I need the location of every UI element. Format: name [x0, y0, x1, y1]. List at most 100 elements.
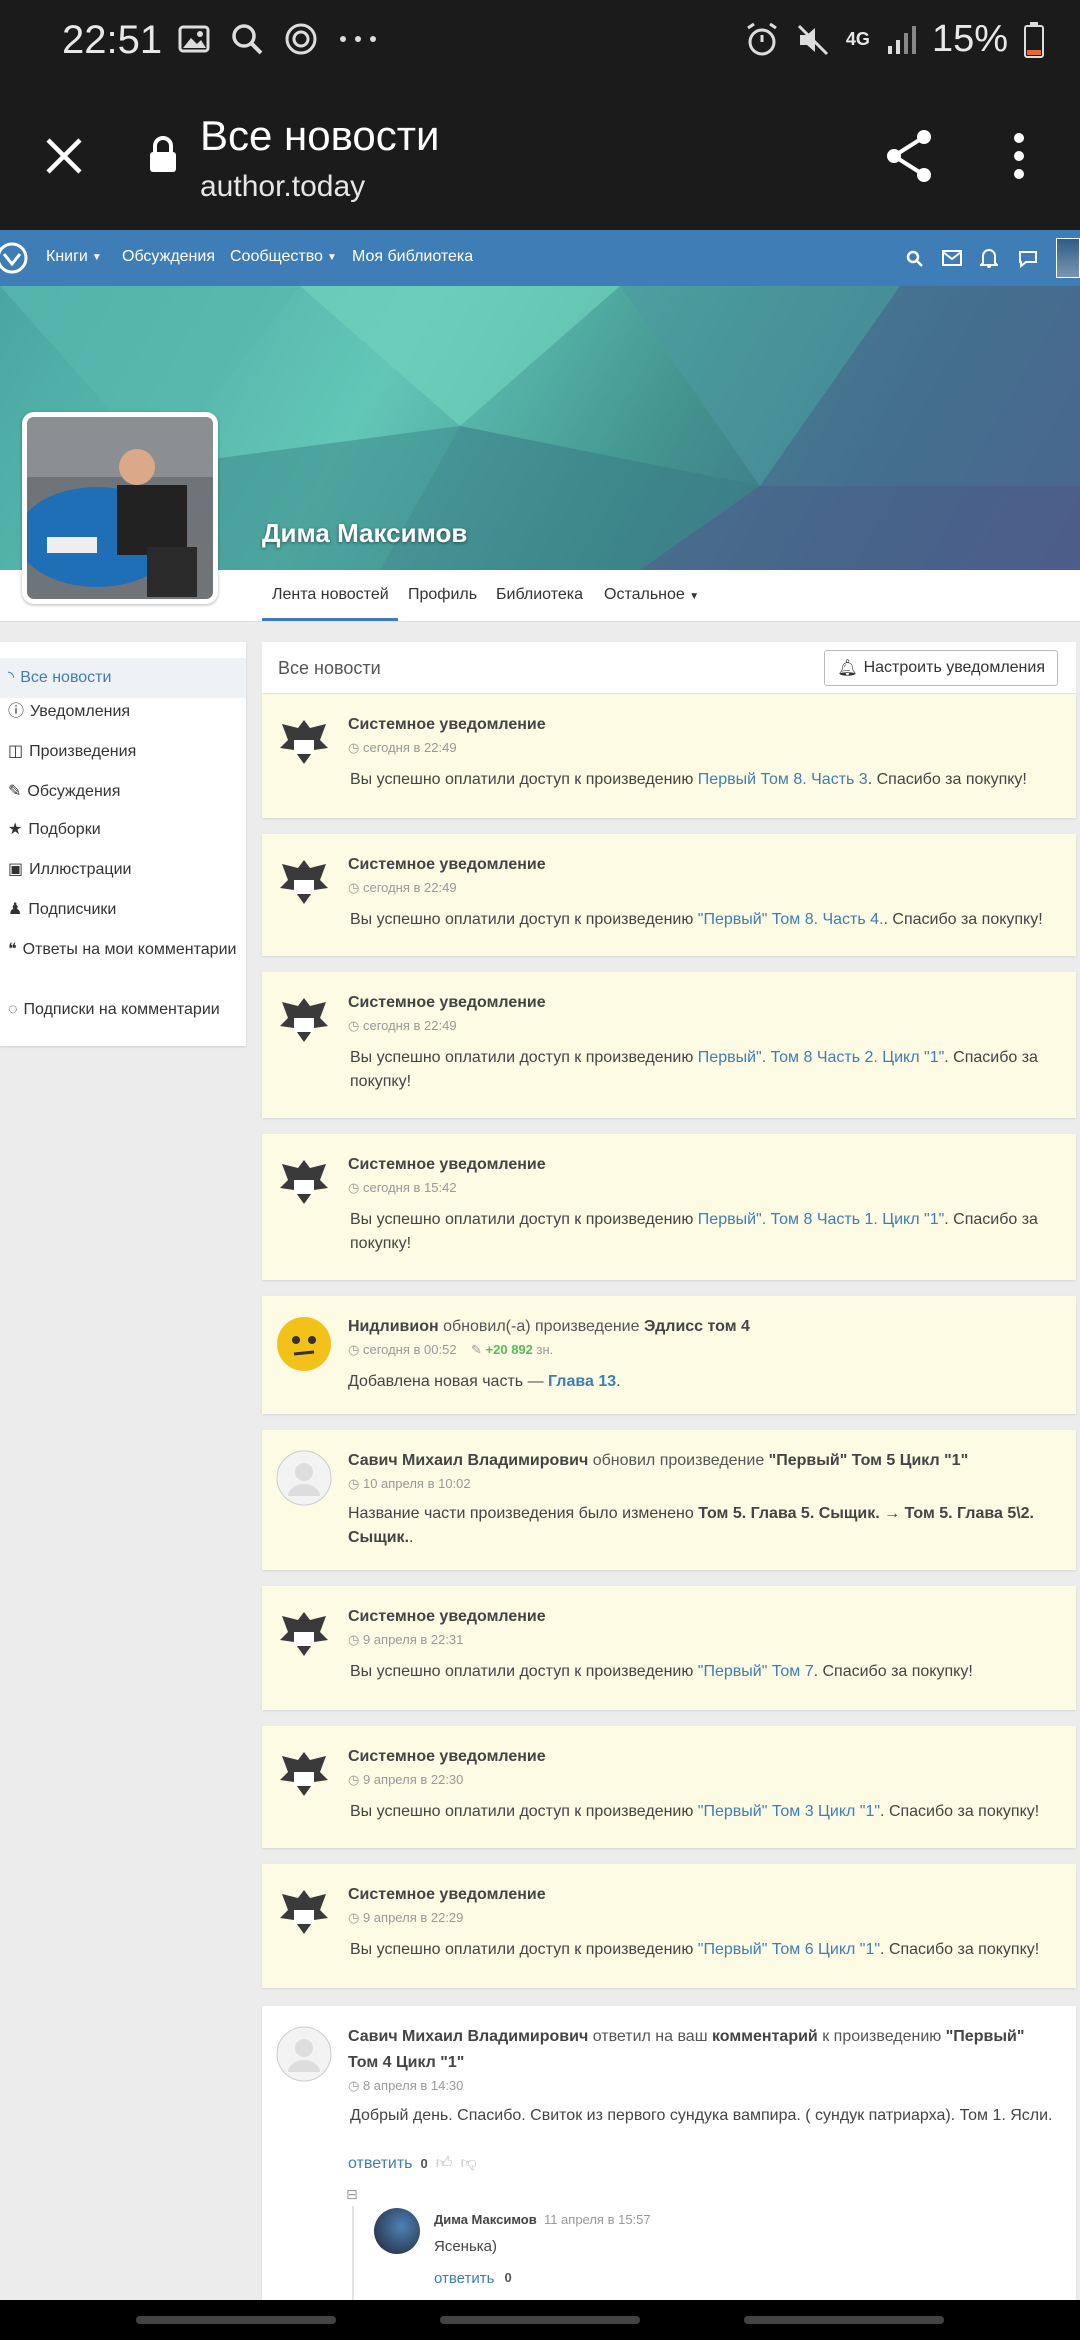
sidebar-item-all-news[interactable]: ◝ Все новости — [0, 658, 246, 698]
author-name[interactable]: Нидливион — [348, 1318, 439, 1335]
image-icon: ▣ — [8, 861, 24, 878]
action-text: ответил на ваш — [588, 2028, 712, 2045]
menu-dots-icon[interactable] — [1012, 132, 1026, 180]
tab-library[interactable]: Библиотека — [496, 586, 583, 604]
nav-community[interactable]: Сообщество ▼ — [230, 248, 337, 266]
work-link[interactable]: "Первый" Том 3 Цикл "1" — [698, 1803, 880, 1820]
close-icon[interactable] — [44, 136, 84, 176]
page-url[interactable]: author.today — [200, 170, 365, 204]
work-link[interactable]: Первый Том 8. Часть 3 — [698, 771, 868, 788]
status-bar: 22:51 4G 15% — [0, 0, 1080, 84]
comment-actions: ответить 0 👍︎ 👎︎ — [348, 2154, 477, 2173]
sidebar-item-works[interactable]: ◫ Произведения — [0, 740, 246, 764]
nav-books-label: Книги — [46, 248, 88, 265]
time-text: сегодня в 15:42 — [362, 1180, 457, 1195]
work-link[interactable]: "Первый" Том 7 — [698, 1663, 814, 1680]
nav-back[interactable] — [744, 2316, 944, 2324]
sidebar-item-replies[interactable]: ❝ Ответы на мои комментарии — [0, 938, 246, 962]
author-name[interactable]: Системное уведомление — [348, 994, 546, 1011]
default-avatar[interactable] — [276, 1450, 332, 1506]
author-name[interactable]: Системное уведомление — [348, 856, 546, 873]
work-link[interactable]: "Первый" Том 8. Часть 4. — [698, 911, 884, 928]
item-time: ◷ сегодня в 00:52 ✎ +20 892 зн. — [348, 1342, 553, 1358]
item-time: ◷ 9 апреля в 22:29 — [348, 1910, 463, 1926]
sidebar-item-subscribers[interactable]: ♟ Подписчики — [0, 898, 246, 922]
search-icon[interactable] — [906, 250, 924, 268]
work-link[interactable]: Первый". Том 8 Часть 1. Цикл "1" — [698, 1211, 944, 1228]
subcomment-text: Ясенька) — [434, 2238, 498, 2255]
work-title[interactable]: "Первый" Том 5 Цикл "1" — [769, 1452, 968, 1469]
comment-link[interactable]: комментарий — [712, 2028, 818, 2045]
nav-community-label: Сообщество — [230, 248, 323, 265]
tab-news-feed[interactable]: Лента новостей — [272, 586, 389, 604]
sidebar-item-notifications[interactable]: ⓘ Уведомления — [0, 700, 246, 724]
author-name[interactable]: Савич Михаил Владимирович — [348, 2028, 588, 2045]
feed-item: Системное уведомление ◷ сегодня в 22:49 … — [262, 694, 1076, 818]
feed-item: Нидливион обновил(-а) произведение Эдлис… — [262, 1296, 1076, 1414]
item-header: Системное уведомление — [348, 1152, 1056, 1178]
tab-other[interactable]: Остальное ▼ — [604, 586, 699, 604]
action-text-2: к произведению — [817, 2028, 946, 2045]
site-logo-icon[interactable] — [0, 240, 30, 276]
item-time: ◷ 8 апреля в 14:30 — [348, 2078, 463, 2094]
item-body: Вы успешно оплатили доступ к произведени… — [350, 768, 1056, 792]
subcomment-avatar[interactable] — [374, 2208, 420, 2254]
sidebar-item-collections[interactable]: ★ Подборки — [0, 818, 246, 842]
profile-avatar[interactable] — [22, 412, 218, 604]
body-text: Вы успешно оплатили доступ к произведени… — [350, 1663, 698, 1680]
collapse-thread-icon[interactable]: ⊟ — [346, 2186, 358, 2203]
active-tab-indicator — [262, 618, 398, 621]
nav-discussions[interactable]: Обсуждения — [122, 248, 215, 266]
item-time: ◷ 9 апреля в 22:31 — [348, 1632, 463, 1648]
item-time: ◷ сегодня в 15:42 — [348, 1180, 457, 1196]
mail-icon[interactable] — [942, 250, 962, 266]
default-avatar[interactable] — [276, 2026, 332, 2082]
nav-home[interactable] — [440, 2316, 640, 2324]
time-text: сегодня в 22:49 — [362, 1018, 457, 1033]
author-name[interactable]: Системное уведомление — [348, 1156, 546, 1173]
chat-icon[interactable] — [1018, 250, 1038, 268]
bell-icon[interactable] — [980, 248, 998, 268]
share-icon[interactable] — [884, 128, 934, 184]
page-title: Все новости — [200, 112, 440, 159]
subcomment-author[interactable]: Дима Максимов — [434, 2212, 537, 2227]
emoji-avatar[interactable] — [276, 1316, 332, 1372]
feed-item: Системное уведомление ◷ сегодня в 22:49 … — [262, 972, 1076, 1118]
feed-item: Системное уведомление ◷ сегодня в 22:49 … — [262, 834, 1076, 956]
time-text: 9 апреля в 22:29 — [362, 1910, 464, 1925]
thumbs-up-icon[interactable]: 👍︎ — [436, 2154, 453, 2173]
reply-link[interactable]: ответить — [348, 2155, 413, 2173]
work-title[interactable]: Эдлисс том 4 — [644, 1318, 750, 1335]
author-name[interactable]: Системное уведомление — [348, 1748, 546, 1765]
author-name[interactable]: Системное уведомление — [348, 1886, 546, 1903]
work-link[interactable]: Первый". Том 8 Часть 2. Цикл "1" — [698, 1049, 944, 1066]
thumbs-down-icon[interactable]: 👎︎ — [460, 2154, 476, 2173]
feed-item: Системное уведомление ◷ 9 апреля в 22:29… — [262, 1864, 1076, 1988]
nav-books[interactable]: Книги ▼ — [46, 248, 102, 266]
browser-toolbar: Все новости author.today — [0, 84, 1080, 230]
action-text: обновил произведение — [588, 1452, 769, 1469]
avatar-photo — [27, 417, 213, 599]
sidebar-item-discussions[interactable]: ✎ Обсуждения — [0, 780, 246, 804]
sidebar-item-illustrations[interactable]: ▣ Иллюстрации — [0, 858, 246, 882]
author-name[interactable]: Савич Михаил Владимирович — [348, 1452, 588, 1469]
sidebar-item-comment-subscriptions[interactable]: ◌ Подписки на комментарии — [0, 998, 246, 1022]
author-name[interactable]: Системное уведомление — [348, 1608, 546, 1625]
comment-text: Добрый день. Спасибо. Свиток из первого … — [350, 2107, 1053, 2124]
user-avatar[interactable] — [1056, 238, 1080, 278]
caret-down-icon: ▼ — [326, 251, 337, 263]
notification-settings-button[interactable]: 🔔︎ Настроить уведомления — [824, 650, 1058, 686]
author-name[interactable]: Системное уведомление — [348, 716, 546, 733]
clock-icon: ◷ — [348, 1342, 360, 1357]
sidebar-item-label: Подборки — [28, 821, 101, 838]
item-body: Название части произведения было изменен… — [348, 1502, 1056, 1550]
item-body: Вы успешно оплатили доступ к произведени… — [350, 1938, 1056, 1962]
work-link[interactable]: "Первый" Том 6 Цикл "1" — [698, 1941, 880, 1958]
tab-profile[interactable]: Профиль — [408, 586, 477, 604]
chapter-link[interactable]: Глава 13 — [548, 1373, 616, 1390]
vote-count: 0 — [504, 2270, 512, 2285]
reply-link[interactable]: ответить — [434, 2270, 494, 2287]
nav-my-library[interactable]: Моя библиотека — [352, 248, 473, 266]
nav-recents[interactable] — [136, 2316, 336, 2324]
system-eagle-icon — [276, 1606, 332, 1662]
